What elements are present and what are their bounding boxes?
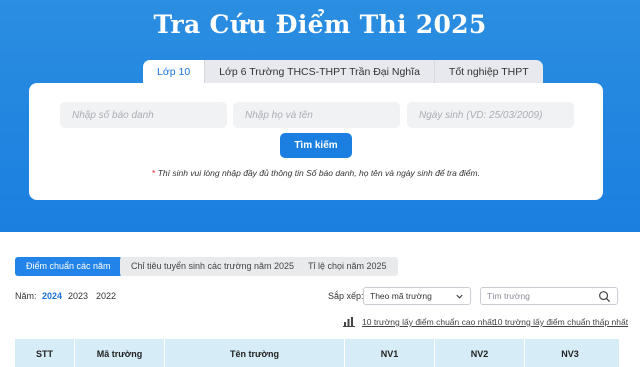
column-nv3: NV3 bbox=[561, 349, 579, 359]
chevron-down-icon bbox=[456, 294, 463, 299]
search-note: * Thí sinh vui lòng nhập đầy đủ thông ti… bbox=[29, 168, 603, 178]
search-card: Tìm kiếm * Thí sinh vui lòng nhập đầy đủ… bbox=[29, 83, 603, 200]
student-id-input[interactable] bbox=[60, 102, 227, 128]
tab-lop-6-tran-dai-nghia[interactable]: Lớp 6 Trường THCS-THPT Trần Đại Nghĩa bbox=[205, 60, 435, 84]
sort-select[interactable]: Theo mã trường bbox=[363, 287, 471, 305]
school-search bbox=[480, 287, 618, 305]
top-high-schools-link[interactable]: 10 trường lấy điểm chuẩn cao nhất bbox=[362, 317, 494, 327]
column-nv1: NV1 bbox=[345, 339, 435, 367]
year-label: Năm: bbox=[15, 291, 37, 301]
tab-lop-10[interactable]: Lớp 10 bbox=[143, 60, 206, 84]
search-button[interactable]: Tìm kiếm bbox=[280, 133, 352, 158]
tab-diem-chuan[interactable]: Điểm chuẩn các năm bbox=[15, 257, 122, 276]
year-option-2024[interactable]: 2024 bbox=[42, 291, 62, 301]
column-nv2: NV2 bbox=[435, 339, 525, 367]
tab-tot-nghiep-thpt[interactable]: Tốt nghiệp THPT bbox=[434, 60, 543, 84]
column-ten-truong: Tên trường bbox=[165, 339, 345, 367]
tab-chi-tieu[interactable]: Chỉ tiêu tuyển sinh các trường năm 2025 bbox=[120, 257, 306, 276]
sort-label: Sắp xếp: bbox=[328, 291, 364, 301]
hero-banner: Tra Cứu Điểm Thi 2025 Lớp 10 Lớp 6 Trườn… bbox=[0, 0, 640, 232]
full-name-input[interactable] bbox=[233, 102, 400, 128]
table-header: STT Mã trường Tên trường NV1 NV2 NV3 bbox=[15, 339, 619, 367]
column-ma-truong: Mã trường bbox=[75, 339, 165, 367]
page-title: Tra Cứu Điểm Thi 2025 bbox=[153, 10, 487, 39]
top-low-schools-link[interactable]: 10 trường lấy điểm chuẩn thấp nhất bbox=[493, 317, 628, 327]
sort-select-value: Theo mã trường bbox=[370, 291, 432, 301]
search-note-text: Thí sinh vui lòng nhập đầy đủ thông tin … bbox=[155, 168, 480, 178]
school-search-input[interactable] bbox=[487, 288, 597, 304]
search-icon[interactable] bbox=[598, 290, 611, 303]
year-option-2022[interactable]: 2022 bbox=[96, 291, 116, 301]
year-option-2023[interactable]: 2023 bbox=[68, 291, 88, 301]
column-stt: STT bbox=[15, 339, 75, 367]
exam-tabs: Lớp 10 Lớp 6 Trường THCS-THPT Trần Đại N… bbox=[143, 60, 543, 84]
tab-ti-le-choi[interactable]: Tỉ lệ chọi năm 2025 bbox=[297, 257, 398, 276]
bar-chart-icon bbox=[343, 317, 355, 327]
birth-date-input[interactable] bbox=[407, 102, 574, 128]
